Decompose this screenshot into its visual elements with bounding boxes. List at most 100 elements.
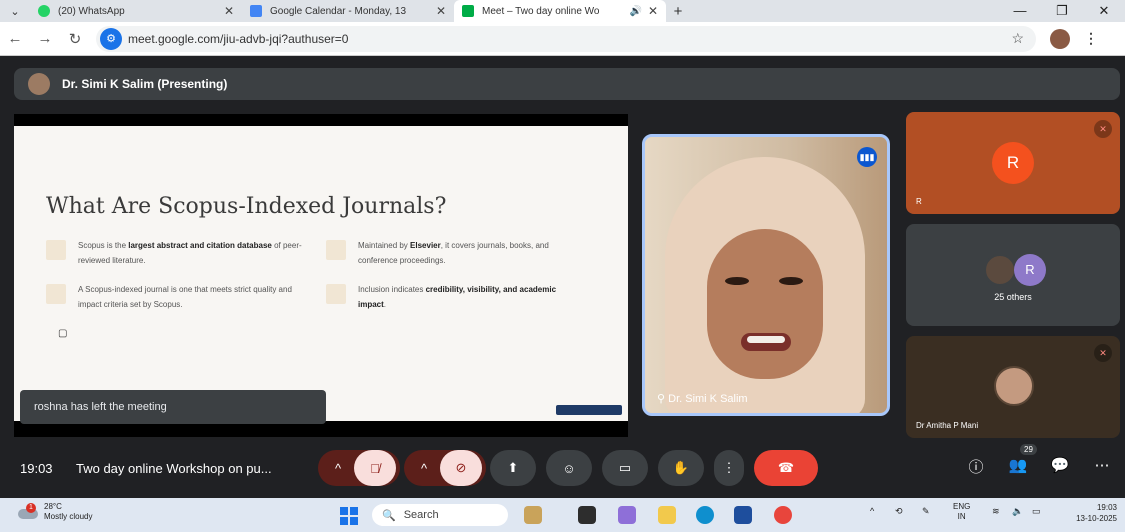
cloudy-weather-icon: 1 [16, 503, 38, 521]
meeting-info-icon[interactable]: ⓘ [964, 456, 988, 477]
bullet-marker [326, 284, 346, 304]
app-icon[interactable] [524, 506, 542, 524]
profile-avatar[interactable] [1050, 28, 1070, 49]
captions-button[interactable]: ▭ [602, 450, 648, 486]
forward-icon[interactable]: → [30, 30, 60, 47]
present-screen-button[interactable]: ⬆ [490, 450, 536, 486]
eye [725, 277, 749, 285]
clock-date: 13-10-2025 [1076, 514, 1117, 523]
camera-control-group: ^ ⊘ [404, 450, 486, 486]
omnibox[interactable]: ⚙ meet.google.com/jiu-advb-jqi?authuser=… [96, 25, 1036, 52]
bookmark-star-icon[interactable]: ☆ [1011, 30, 1024, 47]
language-code: ENG [953, 502, 971, 511]
comment-icon: ▢ [58, 328, 68, 339]
mic-muted-button[interactable]: 🎙̸ [354, 450, 396, 486]
weather-widget[interactable]: 1 28°C Mostly cloudy [16, 502, 92, 522]
clock-time: 19:03 [1096, 503, 1117, 512]
camera-options-chevron-icon[interactable]: ^ [408, 461, 440, 476]
tab-title: Google Calendar - Monday, 13 [270, 5, 407, 17]
window-controls: — ❐ ✕ [999, 0, 1125, 22]
speaking-indicator-icon: ▮▮▮ [857, 147, 877, 167]
address-bar-row: ← → ↻ ⚙ meet.google.com/jiu-advb-jqi?aut… [0, 22, 1125, 56]
bullet-marker [46, 284, 66, 304]
windows-start-icon[interactable] [340, 507, 358, 525]
show-hidden-icons[interactable]: ^ [870, 506, 874, 516]
site-info-icon[interactable]: ⚙ [100, 27, 122, 50]
taskbar-clock[interactable]: 19:03 13-10-2025 [1076, 502, 1117, 524]
bullet-text: Scopus is the [78, 241, 129, 250]
slide-bullet: A Scopus-indexed journal is one that mee… [46, 282, 306, 312]
tab-whatsapp[interactable]: (20) WhatsApp ✕ [30, 0, 242, 22]
reload-icon[interactable]: ↻ [60, 30, 90, 48]
more-options-button[interactable]: ⋮ [714, 450, 744, 486]
speaker-video-tile[interactable]: ▮▮▮ ⚲ Dr. Simi K Salim [642, 134, 890, 416]
battery-icon[interactable]: ▭ [1032, 506, 1041, 517]
tab-meet[interactable]: Meet – Two day online Wo 🔊 ✕ [454, 0, 666, 22]
store-icon[interactable] [734, 506, 752, 524]
calendar-icon [250, 5, 262, 17]
browser-tab-bar: ⌄ (20) WhatsApp ✕ Google Calendar - Mond… [0, 0, 1125, 22]
leave-call-button[interactable]: ☎ [754, 450, 818, 486]
close-tab-icon[interactable]: ✕ [436, 4, 446, 18]
slide-bullet: Inclusion indicates credibility, visibil… [326, 282, 586, 312]
bullet-bold-text: largest abstract and citation database [128, 241, 272, 250]
bullet-bold-text: Elsevier [410, 241, 441, 250]
participant-tile-amitha[interactable]: ✕ Dr Amitha P Mani [906, 336, 1120, 438]
sync-icon[interactable]: ⟲ [895, 506, 903, 517]
new-tab-button[interactable]: + [666, 3, 690, 20]
video-person-face [707, 229, 823, 379]
presenter-avatar [28, 73, 50, 95]
weather-condition: Mostly cloudy [44, 512, 93, 521]
minimize-icon[interactable]: — [999, 0, 1041, 22]
audio-playing-icon[interactable]: 🔊 [629, 6, 641, 17]
presentation-area: What Are Scopus-Indexed Journals? Scopus… [14, 114, 628, 437]
pen-icon[interactable]: ✎ [922, 506, 930, 517]
participant-count-badge: 29 [1020, 444, 1037, 455]
pin-icon[interactable]: ⚲ [657, 393, 665, 405]
chrome-icon[interactable] [774, 506, 792, 524]
presenter-label: Dr. Simi K Salim (Presenting) [62, 77, 228, 91]
reactions-button[interactable]: ☺ [546, 450, 592, 486]
meeting-clock: 19:03 [20, 461, 53, 476]
meet-icon [462, 5, 474, 17]
participant-avatar: R [992, 142, 1034, 184]
file-explorer-icon[interactable] [658, 506, 676, 524]
edge-icon[interactable] [696, 506, 714, 524]
restore-icon[interactable]: ❐ [1041, 0, 1083, 22]
bullet-text: . [383, 300, 387, 309]
participant-tile-others[interactable]: R 25 others [906, 224, 1120, 326]
copilot-icon[interactable] [618, 506, 636, 524]
activities-icon[interactable]: ⋯ [1090, 456, 1114, 474]
chat-icon[interactable]: 💬 [1048, 456, 1072, 474]
close-window-icon[interactable]: ✕ [1083, 0, 1125, 22]
tab-search-icon[interactable]: ⌄ [0, 0, 30, 22]
meeting-title: Two day online Workshop on pu... [76, 461, 272, 476]
close-tab-icon[interactable]: ✕ [648, 4, 658, 18]
tab-google-calendar[interactable]: Google Calendar - Monday, 13 ✕ [242, 0, 454, 22]
mic-options-chevron-icon[interactable]: ^ [322, 461, 354, 476]
bullet-text: A Scopus-indexed journal is one that mee… [78, 285, 292, 309]
slide-bullet: Scopus is the largest abstract and citat… [46, 238, 306, 268]
taskbar-search[interactable]: 🔍 Search [372, 504, 508, 526]
wifi-icon[interactable]: ≋ [992, 506, 1000, 517]
raise-hand-button[interactable]: ✋ [658, 450, 704, 486]
bullet-marker [326, 240, 346, 260]
browser-menu-icon[interactable]: ⋮ [1084, 30, 1098, 47]
participant-tile-r[interactable]: ✕ R R [906, 112, 1120, 214]
slide-bullet: Maintained by Elsevier, it covers journa… [326, 238, 586, 268]
url-text[interactable]: meet.google.com/jiu-advb-jqi?authuser=0 [128, 32, 1011, 46]
back-icon[interactable]: ← [0, 30, 30, 47]
slide-title: What Are Scopus-Indexed Journals? [46, 194, 447, 219]
close-tab-icon[interactable]: ✕ [224, 4, 234, 18]
people-icon[interactable]: 👥 [1006, 456, 1030, 474]
task-view-icon[interactable] [578, 506, 596, 524]
volume-icon[interactable]: 🔈 [1012, 506, 1023, 517]
bullet-marker [46, 240, 66, 260]
made-with-badge [556, 405, 622, 415]
slide: What Are Scopus-Indexed Journals? Scopus… [14, 126, 628, 424]
language-indicator[interactable]: ENG IN [953, 502, 970, 522]
eye [779, 277, 803, 285]
video-name-label: ⚲ Dr. Simi K Salim [657, 392, 748, 405]
region-code: IN [957, 512, 966, 521]
camera-off-button[interactable]: ⊘ [440, 450, 482, 486]
